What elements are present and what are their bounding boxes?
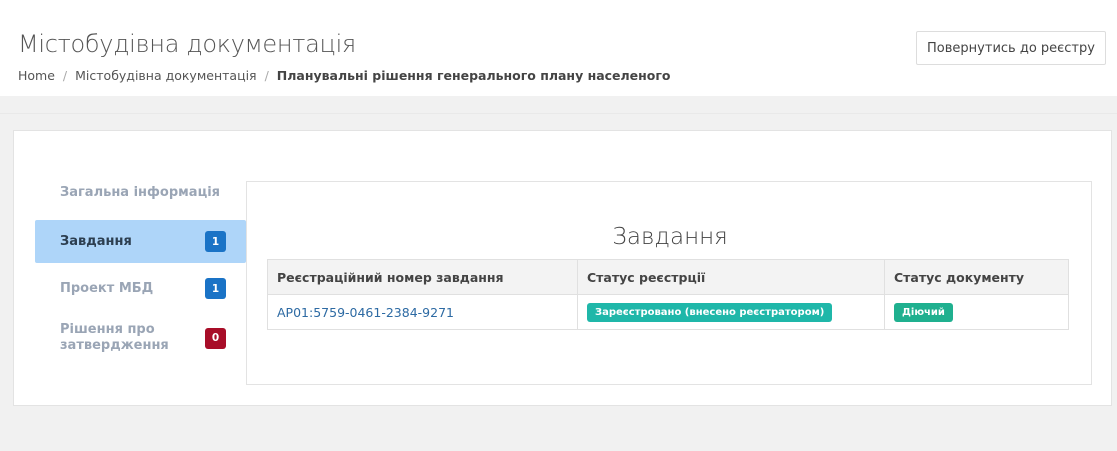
table-row: AP01:5759-0461-2384-9271 Зареєстровано (… <box>267 294 1069 330</box>
breadcrumb-separator: / <box>62 68 68 83</box>
reg-number-cell: AP01:5759-0461-2384-9271 <box>267 294 578 330</box>
sidebar-item-approval-decision[interactable]: Рішення про затвердження 0 <box>35 317 246 359</box>
breadcrumb-current: Планувальні рішення генерального плану н… <box>276 68 671 83</box>
tasks-count-badge: 1 <box>205 231 226 252</box>
sidebar-item-project[interactable]: Проект МБД 1 <box>35 267 246 310</box>
document-card: Загальна інформація Завдання 1 Проект МБ… <box>13 130 1112 406</box>
doc-status-cell: Діючий <box>884 294 1069 330</box>
back-to-registry-button[interactable]: Повернутись до реєстру <box>916 31 1106 65</box>
approval-count-badge: 0 <box>205 327 226 349</box>
reg-number-link[interactable]: AP01:5759-0461-2384-9271 <box>277 305 454 320</box>
sidebar-item-general-info[interactable]: Загальна інформація <box>35 177 246 207</box>
sidebar-item-label: Завдання <box>60 234 132 249</box>
breadcrumb: Home / Містобудівна документація / Плану… <box>18 68 671 83</box>
header-divider <box>0 96 1117 114</box>
table-header-row: Реєстраційний номер завдання Статус реєс… <box>267 259 1069 295</box>
project-count-badge: 1 <box>205 278 226 299</box>
page-header: Містобудівна документація Home / Містобу… <box>0 0 1117 96</box>
sidebar-item-label: Загальна інформація <box>60 184 221 200</box>
column-header-reg-number: Реєстраційний номер завдання <box>267 259 578 295</box>
page-title: Містобудівна документація <box>18 30 356 58</box>
doc-status-badge: Діючий <box>894 302 953 322</box>
section-title: Завдання <box>612 224 728 250</box>
sidebar-item-label: Рішення про затвердження <box>60 322 169 353</box>
column-header-reg-status: Статус реєстрції <box>577 259 885 295</box>
breadcrumb-home[interactable]: Home <box>18 68 55 83</box>
reg-status-cell: Зареєстровано (внесено реєстратором) <box>577 294 885 330</box>
reg-status-badge: Зареєстровано (внесено реєстратором) <box>587 302 833 322</box>
tasks-table: Реєстраційний номер завдання Статус реєс… <box>267 259 1069 330</box>
breadcrumb-separator: / <box>264 68 269 83</box>
breadcrumb-section[interactable]: Містобудівна документація <box>75 68 256 83</box>
tasks-panel: Завдання Реєстраційний номер завдання Ст… <box>246 181 1092 385</box>
sidebar-item-tasks[interactable]: Завдання 1 <box>35 220 246 263</box>
column-header-doc-status: Статус документу <box>884 259 1069 295</box>
sidebar-item-label: Проект МБД <box>60 281 154 296</box>
